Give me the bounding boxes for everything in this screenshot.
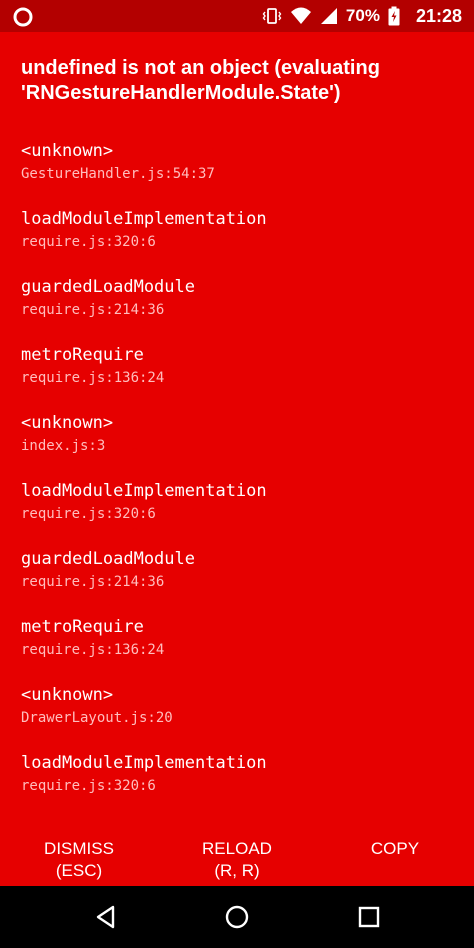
stack-frame-location: require.js:320:6 xyxy=(21,778,156,794)
stack-frame[interactable]: <unknown> DrawerLayout.js:20 xyxy=(21,684,461,752)
back-icon[interactable] xyxy=(91,902,121,932)
stack-frame[interactable]: metroRequire require.js:136:24 xyxy=(21,344,461,412)
stack-frame-location: DrawerLayout.js:20 xyxy=(21,710,173,726)
stack-frame-location: require.js:320:6 xyxy=(21,234,156,250)
status-icons: 70% 21:28 xyxy=(262,0,462,32)
stack-frame-function: metroRequire xyxy=(21,345,144,365)
stack-frame[interactable]: <unknown> index.js:3 xyxy=(21,412,461,480)
dismiss-button[interactable]: DISMISS (ESC) xyxy=(34,838,124,882)
clock: 21:28 xyxy=(415,5,462,26)
stack-frame-function: guardedLoadModule xyxy=(21,549,195,569)
stack-frame-function: loadModuleImplementation xyxy=(21,753,267,773)
stack-frame[interactable]: loadModuleImplementation require.js:320:… xyxy=(21,480,461,548)
reload-label: RELOAD xyxy=(202,839,272,858)
stack-frame[interactable]: <unknown> GestureHandler.js:54:37 xyxy=(21,140,461,208)
error-actions: DISMISS (ESC) RELOAD (R, R) COPY xyxy=(0,832,474,886)
copy-button[interactable]: COPY xyxy=(360,838,430,860)
dismiss-shortcut: (ESC) xyxy=(55,861,103,880)
home-icon[interactable] xyxy=(222,902,252,932)
stack-frame-function: loadModuleImplementation xyxy=(21,209,267,229)
stack-frame[interactable]: guardedLoadModule require.js:214:36 xyxy=(21,276,461,344)
navigation-bar xyxy=(0,886,474,948)
stack-frame-location: require.js:214:36 xyxy=(21,302,165,318)
stack-frame[interactable]: loadModuleImplementation require.js:320:… xyxy=(21,752,461,820)
stack-frame-location: require.js:214:36 xyxy=(21,574,165,590)
stack-frame-function: loadModuleImplementation xyxy=(21,481,267,501)
copy-label: COPY xyxy=(370,839,420,858)
cell-signal-icon xyxy=(320,8,337,24)
app-notification-icon xyxy=(13,7,33,27)
dismiss-label: DISMISS xyxy=(44,839,114,858)
vibrate-icon xyxy=(262,8,282,24)
stack-frame-location: require.js:320:6 xyxy=(21,506,156,522)
stack-frame-location: GestureHandler.js:54:37 xyxy=(21,166,215,182)
stack-frame[interactable]: loadModuleImplementation require.js:320:… xyxy=(21,208,461,276)
error-title: undefined is not an object (evaluating '… xyxy=(21,57,380,104)
status-bar: 70% 21:28 xyxy=(0,0,474,32)
recents-icon[interactable] xyxy=(354,902,384,932)
reload-shortcut: (R, R) xyxy=(214,861,260,880)
stack-frame[interactable]: guardedLoadModule require.js:214:36 xyxy=(21,548,461,616)
stack-frame-function: metroRequire xyxy=(21,617,144,637)
stack-frame-function: guardedLoadModule xyxy=(21,277,195,297)
stack-trace: <unknown> GestureHandler.js:54:37 loadMo… xyxy=(21,140,461,820)
battery-percent: 70% xyxy=(345,6,380,25)
stack-frame-location: require.js:136:24 xyxy=(21,370,165,386)
wifi-icon xyxy=(290,7,311,24)
stack-frame[interactable]: metroRequire require.js:136:24 xyxy=(21,616,461,684)
stack-frame-function: <unknown> xyxy=(21,413,114,433)
battery-charging-icon xyxy=(388,6,400,26)
reload-button[interactable]: RELOAD (R, R) xyxy=(192,838,282,882)
stack-frame-location: index.js:3 xyxy=(21,438,106,454)
stack-frame-function: <unknown> xyxy=(21,685,114,705)
stack-frame-function: <unknown> xyxy=(21,141,114,161)
stack-frame-location: require.js:136:24 xyxy=(21,642,165,658)
